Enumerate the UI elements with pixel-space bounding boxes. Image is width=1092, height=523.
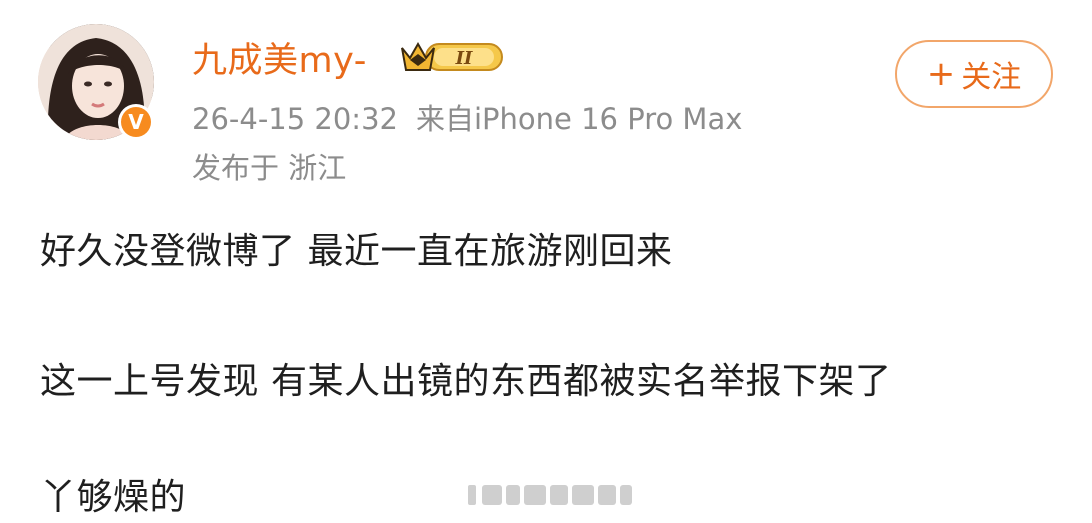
verified-v-icon: V — [121, 107, 151, 137]
vip-level: II — [455, 48, 473, 69]
post-source: 来自iPhone 16 Pro Max — [415, 102, 743, 136]
username[interactable]: 九成美my- — [192, 32, 367, 83]
follow-button[interactable]: + 关注 — [895, 40, 1053, 108]
follow-label: 关注 — [961, 60, 1022, 95]
plus-icon: + — [926, 54, 956, 94]
post-location: 发布于 浙江 — [192, 151, 347, 185]
watermark-icon — [468, 485, 632, 505]
verified-badge: V — [118, 104, 154, 140]
vip-crown-badge-icon: II — [401, 41, 503, 71]
post-text-line: 丫够燥的 — [40, 477, 187, 518]
post-text-line: 这一上号发现 有某人出镜的东西都被实名举报下架了 — [40, 361, 892, 402]
post-meta: 26-4-15 20:32 来自iPhone 16 Pro Max — [192, 96, 742, 138]
post-text-line: 好久没登微博了 最近一直在旅游刚回来 — [40, 231, 673, 272]
post-time: 26-4-15 20:32 — [192, 102, 398, 136]
